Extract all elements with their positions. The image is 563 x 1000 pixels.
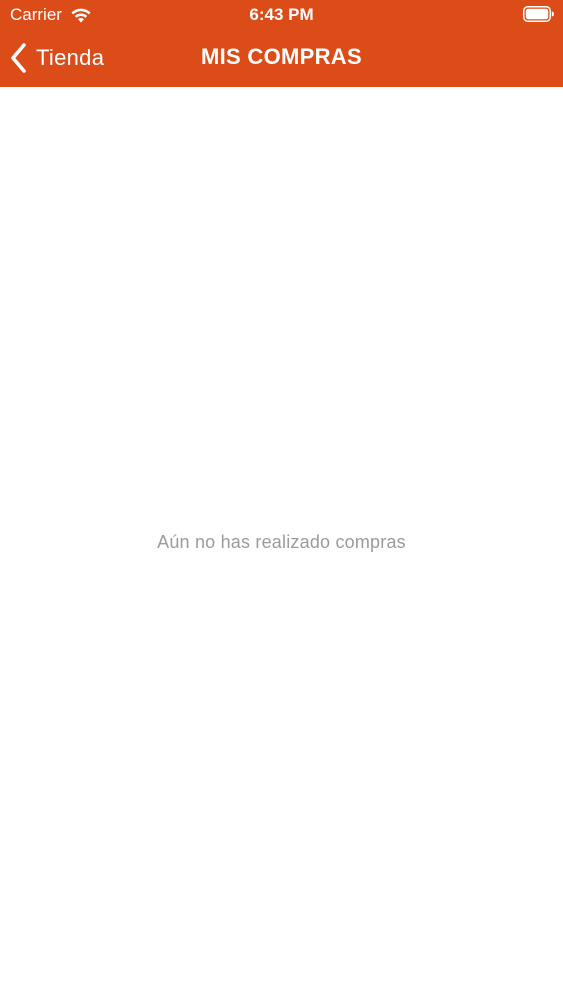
navigation-bar: Tienda MIS COMPRAS: [0, 30, 563, 87]
status-bar: Carrier 6:43 PM: [0, 0, 563, 30]
page-title: MIS COMPRAS: [201, 44, 362, 69]
top-bar: Carrier 6:43 PM Tienda MIS COMPRAS: [0, 0, 563, 87]
empty-state-message: Aún no has realizado compras: [157, 532, 406, 552]
status-time: 6:43 PM: [249, 5, 314, 24]
battery-icon: [523, 6, 554, 22]
